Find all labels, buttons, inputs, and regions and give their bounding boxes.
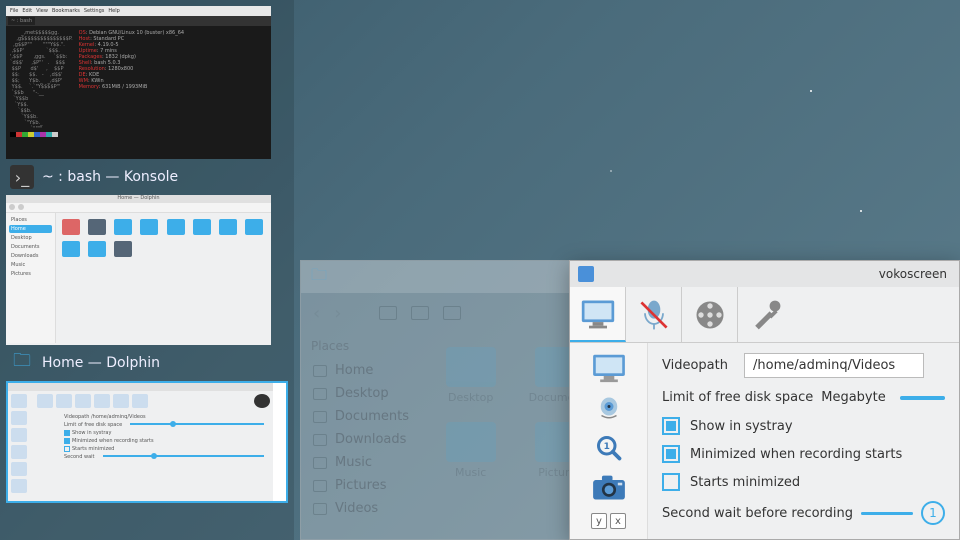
downloads-icon [313,434,327,446]
folder-item[interactable]: Desktop [435,347,506,404]
sidebar-item-downloads[interactable]: Downloads [311,428,411,451]
videos-icon [313,503,327,515]
places-sidebar: Places Home Desktop Documents Downloads … [301,333,421,539]
documents-icon [313,411,327,423]
camera-button[interactable] [589,473,629,503]
film-reel-icon [692,297,728,333]
back-button[interactable]: ‹ [313,303,320,324]
window-title: vokoscreen [600,267,951,281]
mode-sidebar: 1 y x [570,343,648,539]
tab-video[interactable] [682,287,738,342]
minimized-recording-label: Minimized when recording starts [690,447,902,462]
thumbnail-dolphin[interactable]: Home — Dolphin Places Home Desktop Docum… [6,195,271,345]
folder-icon [446,422,496,462]
home-icon [313,365,327,377]
switcher-item-label: ~ : bash — Konsole [42,169,178,185]
view-icons-button[interactable] [379,306,397,320]
tab-settings[interactable] [738,287,794,342]
places-header: Places [311,339,411,353]
diskspace-label: Limit of free disk space [662,390,813,405]
sidebar-item-desktop[interactable]: Desktop [311,382,411,405]
magnifier-button[interactable]: 1 [589,433,629,463]
second-wait-label: Second wait before recording [662,506,853,521]
second-wait-slider[interactable] [861,512,913,515]
terminal-icon: ›_ [10,165,34,189]
view-compact-button[interactable] [411,306,429,320]
hotkey-display: x [610,513,626,529]
hotkey-display: y [591,513,607,529]
view-details-button[interactable] [443,306,461,320]
diskspace-slider[interactable] [900,396,945,400]
sidebar-item-pictures[interactable]: Pictures [311,474,411,497]
tab-audio[interactable] [626,287,682,342]
sidebar-item-documents[interactable]: Documents [311,405,411,428]
second-wait-spinbox[interactable]: 1 [921,501,945,525]
show-systray-label: Show in systray [690,419,793,434]
tab-screen[interactable] [570,287,626,342]
starts-minimized-label: Starts minimized [690,475,800,490]
sidebar-item-home[interactable]: Home [311,359,411,382]
thumbnail-vokoscreen[interactable]: Videopath /home/adminq/Videos Limit of f… [6,381,288,503]
sidebar-item-videos[interactable]: Videos [311,497,411,520]
folder-icon [446,347,496,387]
folder-icon: 🗀 [10,351,34,375]
switcher-item-konsole[interactable]: ›_ ~ : bash — Konsole [6,159,288,195]
switcher-item-label: Home — Dolphin [42,355,160,371]
videopath-label: Videopath [662,358,736,373]
starts-minimized-checkbox[interactable] [662,473,680,491]
videopath-input[interactable]: /home/adminq/Videos [744,353,924,378]
thumbnail-konsole[interactable]: FileEditViewBookmarksSettingsHelp ~ : ba… [6,6,271,159]
mic-muted-icon [636,297,672,333]
minimized-recording-checkbox[interactable] [662,445,680,463]
app-icon [578,266,594,282]
desktop-icon [313,388,327,400]
window-vokoscreen: vokoscreen 1 y x Videopath [569,260,960,540]
show-systray-checkbox[interactable] [662,417,680,435]
folder-icon: 🗀 [311,264,327,291]
tools-icon [748,297,784,333]
fullscreen-mode-button[interactable] [589,353,629,383]
task-switcher: FileEditViewBookmarksSettingsHelp ~ : ba… [0,0,294,540]
webcam-button[interactable] [589,393,629,423]
monitor-icon [580,296,616,332]
pictures-icon [313,480,327,492]
svg-text:1: 1 [603,442,609,452]
diskspace-unit: Megabyte [821,390,885,405]
tab-bar [570,287,959,343]
sidebar-item-music[interactable]: Music [311,451,411,474]
forward-button[interactable]: › [334,303,341,324]
music-icon [313,457,327,469]
folder-item[interactable]: Music [435,422,506,479]
switcher-item-dolphin[interactable]: 🗀 Home — Dolphin [6,345,288,381]
